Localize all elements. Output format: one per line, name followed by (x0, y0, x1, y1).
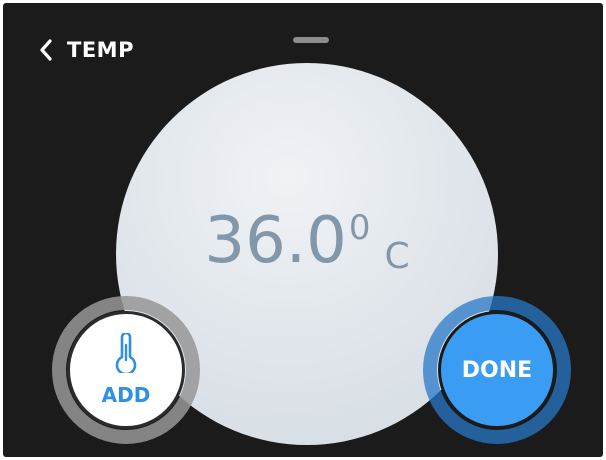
thermometer-icon (113, 331, 139, 377)
done-button[interactable]: DONE (438, 311, 556, 429)
chevron-left-icon (39, 39, 53, 61)
thermometer-screen: TEMP 36.0 0 C ADD DONE (3, 3, 603, 457)
temperature-unit: C (384, 236, 410, 277)
add-button[interactable]: ADD (67, 311, 185, 429)
add-button-label: ADD (101, 383, 151, 407)
temperature-value: 36.0 (204, 204, 347, 278)
degree-symbol: 0 (348, 208, 371, 248)
drag-handle[interactable] (293, 37, 329, 43)
back-button[interactable]: TEMP (39, 39, 134, 61)
temperature-reading: 36.0 0 C (116, 209, 498, 275)
screen-title: TEMP (67, 37, 134, 62)
done-button-label: DONE (461, 357, 533, 383)
